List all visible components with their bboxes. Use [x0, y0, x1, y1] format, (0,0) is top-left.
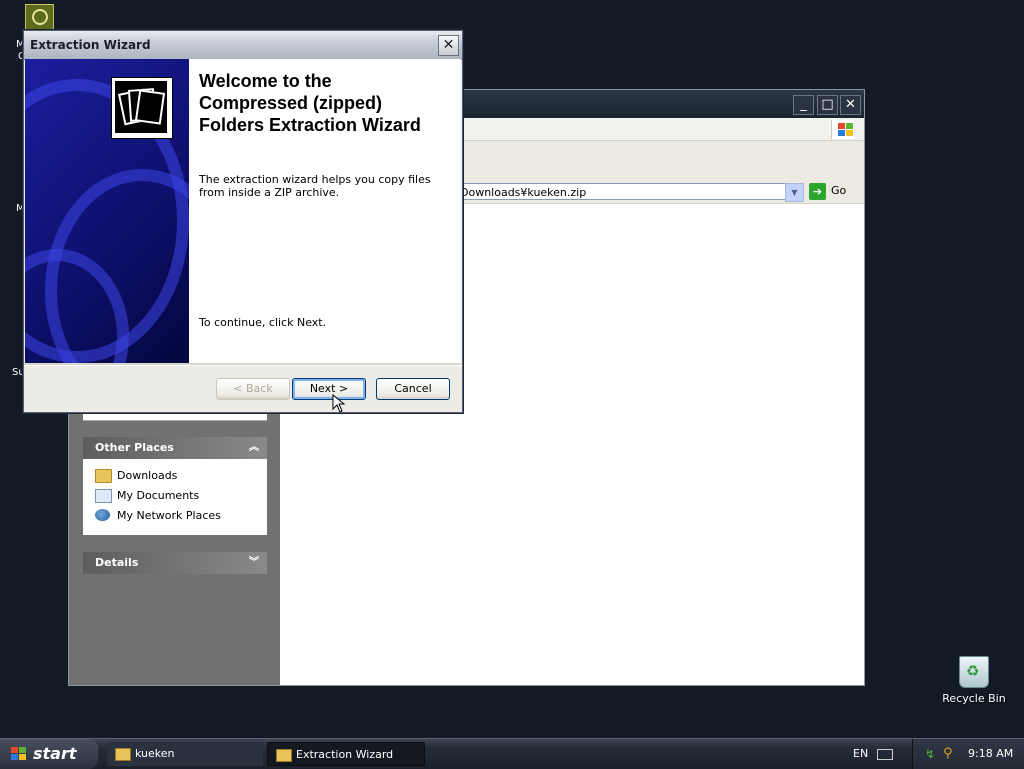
address-dropdown-icon[interactable]: ▼ — [785, 183, 804, 202]
system-tray: ↯ ⚲ 9:18 AM — [912, 739, 1024, 769]
keyboard-icon[interactable] — [877, 749, 893, 760]
cancel-button[interactable]: Cancel — [376, 378, 450, 400]
zip-folder-icon — [115, 748, 131, 761]
next-button[interactable]: Next > — [292, 378, 366, 400]
other-places-list: Downloads My Documents My Network Places — [83, 459, 267, 535]
go-arrow-icon[interactable]: ➔ — [809, 183, 826, 200]
maximize-button[interactable]: □ — [817, 95, 838, 115]
windows-logo-icon — [11, 747, 27, 761]
place-label: My Documents — [117, 489, 200, 502]
other-places-title: Other Places — [95, 441, 174, 454]
windows-logo-icon — [831, 120, 854, 139]
other-places-header[interactable]: Other Places ︽ — [83, 437, 267, 459]
taskbar-item-label: kueken — [135, 747, 175, 760]
close-button[interactable]: ✕ — [438, 35, 459, 56]
collapse-chevron-icon[interactable]: ︽ — [249, 437, 259, 459]
wizard-title-bar[interactable]: Extraction Wizard ✕ — [24, 31, 462, 60]
documents-icon — [95, 489, 112, 503]
go-button-label[interactable]: Go — [831, 184, 846, 197]
recycle-bin-label: Recycle Bin — [942, 692, 1006, 705]
network-globe-icon — [95, 509, 110, 521]
desktop-shortcut-icon[interactable] — [25, 4, 54, 33]
language-indicator[interactable]: EN — [853, 747, 868, 760]
place-my-network-places[interactable]: My Network Places — [95, 508, 221, 524]
folder-icon — [276, 749, 292, 762]
recycle-bin-icon — [959, 656, 989, 688]
details-header[interactable]: Details ︾ — [83, 552, 267, 574]
place-label: My Network Places — [117, 509, 221, 522]
place-label: Downloads — [117, 469, 178, 482]
place-downloads[interactable]: Downloads — [95, 468, 177, 484]
wizard-separator — [24, 363, 462, 366]
taskbar-item-label: Extraction Wizard — [296, 748, 394, 761]
taskbar-item-kueken[interactable]: kueken — [107, 742, 263, 766]
back-button[interactable]: < Back — [216, 378, 290, 400]
wizard-description: The extraction wizard helps you copy fil… — [199, 173, 431, 199]
start-label: start — [33, 744, 77, 763]
extraction-wizard-dialog: Extraction Wizard ✕ Welcome to the Compr… — [23, 30, 463, 413]
details-title: Details — [95, 556, 139, 569]
zipped-folder-icon — [111, 77, 173, 139]
network-tray-icon[interactable]: ↯ — [925, 747, 935, 761]
wizard-banner — [25, 59, 189, 363]
clock[interactable]: 9:18 AM — [968, 747, 1013, 760]
wizard-heading: Welcome to the Compressed (zipped) Folde… — [199, 71, 421, 135]
start-button[interactable]: start — [0, 739, 98, 769]
wizard-title: Extraction Wizard — [30, 38, 151, 52]
taskbar-item-extraction-wizard[interactable]: Extraction Wizard — [267, 742, 425, 766]
folder-icon — [95, 469, 112, 483]
mouse-cursor-icon — [332, 394, 346, 413]
place-my-documents[interactable]: My Documents — [95, 488, 199, 504]
recycle-bin-shortcut[interactable]: Recycle Bin — [940, 656, 1008, 705]
minimize-button[interactable]: _ — [793, 95, 814, 115]
close-button[interactable]: ✕ — [840, 95, 861, 115]
address-input[interactable]: $Downloads¥kueken.zip — [449, 183, 802, 200]
expand-chevron-icon[interactable]: ︾ — [249, 552, 259, 574]
search-tray-icon[interactable]: ⚲ — [943, 746, 953, 761]
wizard-content: Welcome to the Compressed (zipped) Folde… — [189, 59, 461, 363]
wizard-continue-text: To continue, click Next. — [199, 316, 327, 329]
taskbar: start kueken Extraction Wizard EN ↯ ⚲ 9:… — [0, 738, 1024, 769]
